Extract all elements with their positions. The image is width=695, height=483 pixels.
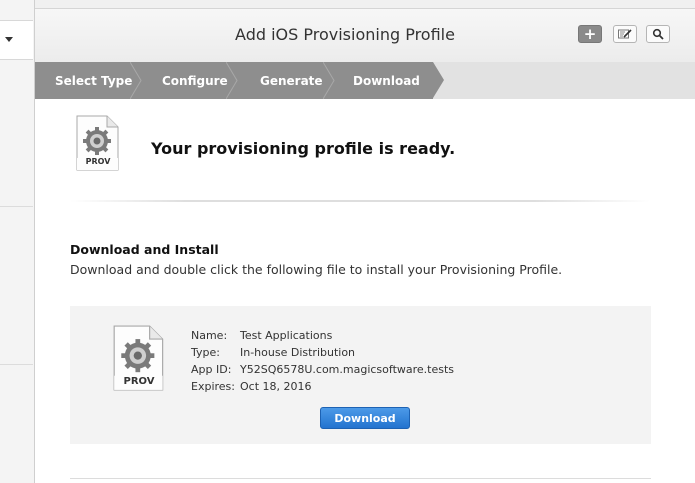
- edit-icon: [618, 29, 632, 39]
- steps-bar: Select Type Configure Generate Download: [35, 62, 695, 99]
- provisioning-file-icon: PROV: [113, 324, 165, 392]
- sidebar-divider: [0, 364, 33, 365]
- prov-label: PROV: [85, 157, 111, 166]
- profile-appid-row: App ID: Y52SQ6578U.com.magicsoftware.test…: [191, 361, 454, 378]
- left-sidebar: [0, 0, 35, 483]
- top-strip: [35, 0, 695, 9]
- download-button[interactable]: Download: [320, 407, 410, 429]
- bottom-divider: [70, 478, 651, 479]
- field-label: Name:: [191, 329, 228, 342]
- profile-type-row: Type: In-house Distribution: [191, 344, 454, 361]
- profile-expires-row: Expires: Oct 18, 2016: [191, 378, 454, 395]
- field-value: In-house Distribution: [240, 346, 356, 359]
- provisioning-file-icon: PROV: [76, 115, 120, 171]
- search-icon: [652, 28, 664, 40]
- profile-panel: PROV Name: Test Applications Type: In-hous…: [70, 306, 651, 444]
- step-select-type: Select Type: [55, 74, 133, 88]
- profile-name-row: Name: Test Applications: [191, 327, 454, 344]
- search-button[interactable]: [646, 25, 670, 43]
- step-configure: Configure: [162, 74, 228, 88]
- field-value: Test Applications: [240, 329, 333, 342]
- step-separator: [323, 62, 335, 99]
- prov-label: PROV: [123, 376, 155, 387]
- field-value: Y52SQ6578U.com.magicsoftware.tests: [240, 363, 455, 376]
- step-download: Download: [353, 74, 420, 88]
- field-value: Oct 18, 2016: [240, 380, 312, 393]
- step-separator: [130, 62, 142, 99]
- field-label: Expires:: [191, 380, 235, 393]
- step-generate: Generate: [260, 74, 323, 88]
- caret-down-icon: [5, 37, 13, 42]
- sidebar-dropdown[interactable]: [0, 20, 33, 60]
- page-header: Add iOS Provisioning Profile +: [35, 9, 695, 62]
- steps-progress-tip: [433, 62, 444, 98]
- sidebar-divider: [0, 206, 33, 207]
- step-separator: [226, 62, 238, 99]
- download-section-title: Download and Install: [70, 242, 219, 257]
- page-title: Add iOS Provisioning Profile: [235, 25, 455, 44]
- plus-icon: +: [583, 24, 597, 43]
- section-divider: [70, 200, 650, 202]
- ready-heading: Your provisioning profile is ready.: [151, 139, 456, 158]
- field-label: App ID:: [191, 363, 232, 376]
- edit-button[interactable]: [613, 25, 637, 43]
- download-section-description: Download and double click the following …: [70, 262, 563, 277]
- profile-details: Name: Test Applications Type: In-house Dis…: [191, 327, 454, 395]
- add-button[interactable]: +: [578, 25, 602, 43]
- field-label: Type:: [191, 346, 220, 359]
